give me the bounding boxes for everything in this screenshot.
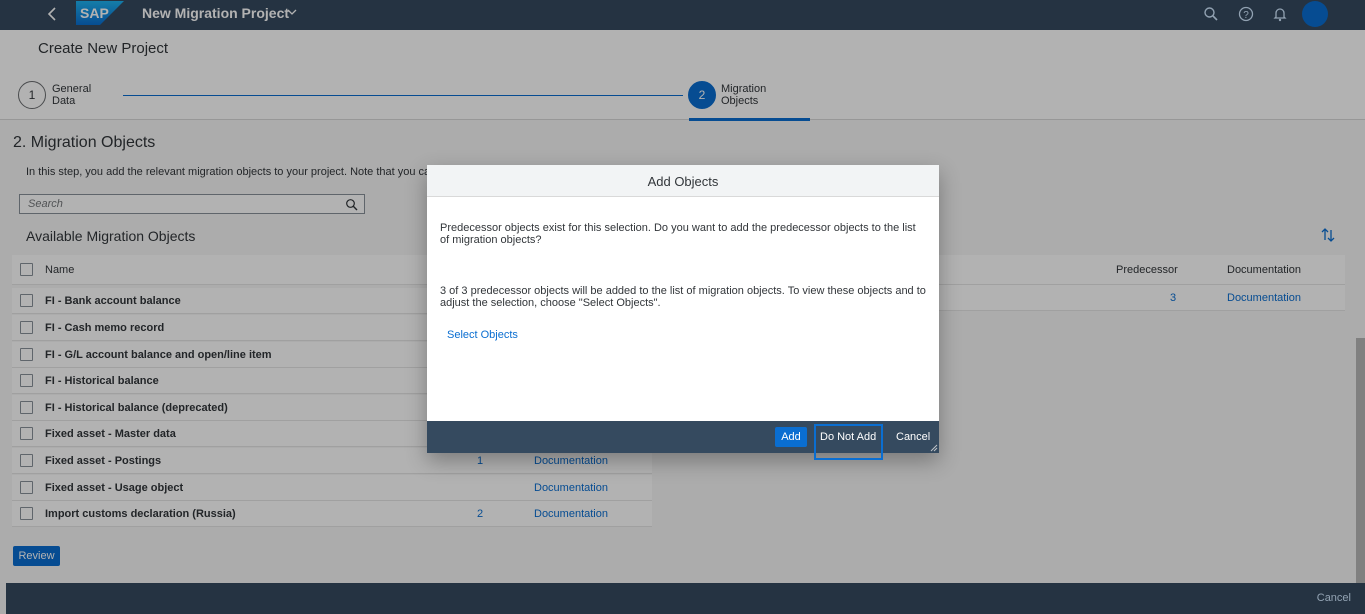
dialog-title: Add Objects bbox=[647, 174, 719, 189]
add-button[interactable]: Add bbox=[775, 427, 807, 447]
dialog-cancel-button[interactable]: Cancel bbox=[896, 431, 930, 443]
dialog-footer: Add Do Not Add Cancel bbox=[427, 421, 939, 460]
do-not-add-button[interactable]: Do Not Add bbox=[820, 431, 876, 443]
dialog-header: Add Objects bbox=[427, 165, 939, 197]
add-objects-dialog: Add Objects Predecessor objects exist fo… bbox=[427, 165, 939, 460]
dialog-message: Predecessor objects exist for this selec… bbox=[440, 222, 916, 246]
select-objects-link[interactable]: Select Objects bbox=[447, 329, 518, 341]
resize-handle-icon[interactable] bbox=[930, 444, 938, 452]
dialog-info-message: 3 of 3 predecessor objects will be added… bbox=[440, 285, 926, 309]
